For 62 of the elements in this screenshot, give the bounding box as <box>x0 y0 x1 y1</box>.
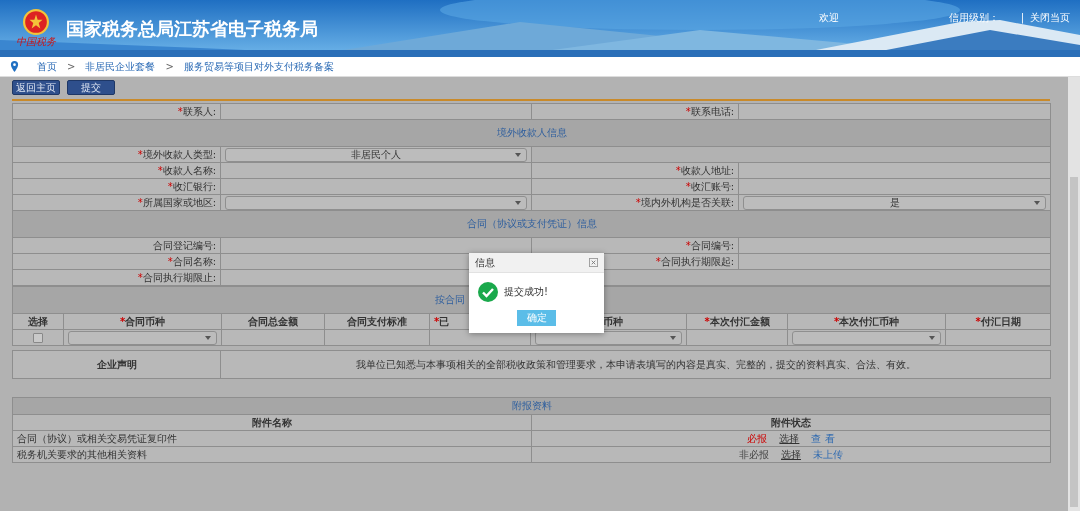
breadcrumb-separator: > <box>67 61 76 72</box>
field-label: *收汇银行: <box>167 180 216 192</box>
welcome-text: 欢迎 <box>818 10 839 25</box>
field-label: *收款人地址: <box>675 164 734 176</box>
attachment-status: 非必报 <box>739 448 769 460</box>
breadcrumb-link[interactable]: 首页 <box>37 59 57 74</box>
location-pin-icon <box>10 61 19 72</box>
choose-link[interactable]: 选择 <box>781 448 801 460</box>
select-field[interactable]: 非居民个人 <box>225 147 527 162</box>
field-label: *合同编号: <box>685 239 734 251</box>
select-field[interactable]: 是 <box>743 195 1046 210</box>
declaration-text: 我单位已知悉与本事项相关的全部税收政策和管理要求，本申请表填写的内容是真实、完整的，提交的资料真实、合法、有效。 <box>355 358 916 370</box>
select-field[interactable] <box>792 330 941 345</box>
declaration-label: 企业声明 <box>96 358 137 370</box>
dialog-message: 提交成功! <box>504 285 548 299</box>
field-label: *境内外机构是否关联: <box>635 196 734 208</box>
select-field[interactable] <box>225 195 527 210</box>
close-icon[interactable] <box>589 258 598 267</box>
field-label: *收款人名称: <box>157 164 216 176</box>
section-title: 附报资料 <box>12 397 1051 415</box>
field-label: *境外收款人类型: <box>137 148 216 160</box>
column-header: 选择 <box>28 315 48 327</box>
field-label: *收汇账号: <box>685 180 734 192</box>
column-header: *本次付汇币种 <box>833 315 900 327</box>
section-title: 境外收款人信息 <box>12 119 1051 147</box>
toolbar-button[interactable]: 返回主页 <box>12 80 60 95</box>
column-header: 合同支付标准 <box>347 315 407 327</box>
field-label: *合同执行期限止: <box>137 271 216 283</box>
attachment-name: 合同（协议）或相关交易凭证复印件 <box>17 432 177 444</box>
field-label: *联系人: <box>177 105 216 117</box>
checkbox[interactable] <box>33 332 43 343</box>
attachment-status: 必报 <box>747 432 768 444</box>
breadcrumb-link[interactable]: 非居民企业套餐 <box>85 59 156 74</box>
separator: | <box>1020 12 1024 23</box>
column-header: 币种 <box>603 315 623 327</box>
select-field[interactable] <box>68 330 217 345</box>
column-header: 附件名称 <box>252 416 292 428</box>
column-header: *付汇日期 <box>975 315 1021 327</box>
field-label: *联系电话: <box>685 105 734 117</box>
choose-link[interactable]: 选择 <box>779 432 800 444</box>
success-check-icon <box>478 282 498 302</box>
column-header: 附件状态 <box>771 416 811 428</box>
breadcrumb-separator: > <box>165 61 174 72</box>
column-header: *已 <box>434 315 450 327</box>
logo-caption: 中国税务 <box>16 34 56 49</box>
toolbar-button[interactable]: 提交 <box>67 80 115 95</box>
credit-label: 信用级别： <box>948 10 999 25</box>
field-label: 合同登记编号: <box>152 239 216 251</box>
close-page-link[interactable]: 关闭当页 <box>1030 10 1070 25</box>
field-label: *所属国家或地区: <box>137 196 216 208</box>
breadcrumb-link[interactable]: 服务贸易等项目对外支付税务备案 <box>183 59 334 74</box>
dialog-title: 信息 <box>475 255 495 270</box>
section-title: 合同（协议或支付凭证）信息 <box>12 210 1051 238</box>
column-header: *本次付汇金额 <box>704 315 770 327</box>
field-label: *合同名称: <box>167 255 216 267</box>
column-header: *合同币种 <box>119 315 166 327</box>
scrollbar[interactable] <box>1068 77 1080 511</box>
attachment-name: 税务机关要求的其他相关资料 <box>17 448 147 460</box>
column-header: 合同总金额 <box>248 315 298 327</box>
site-title: 国家税务总局江苏省电子税务局 <box>66 16 318 41</box>
section-title: 按合同 <box>435 294 465 305</box>
field-label: *合同执行期限起: <box>655 255 734 267</box>
